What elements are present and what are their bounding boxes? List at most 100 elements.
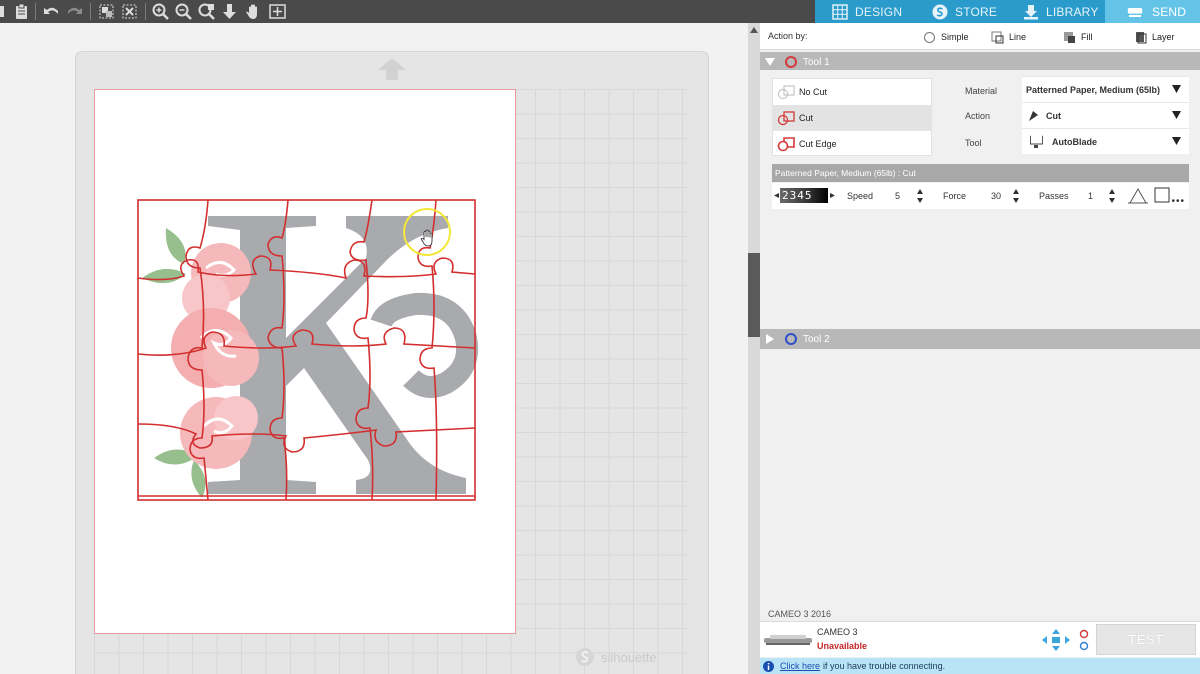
device-name: CAMEO 3 — [817, 627, 858, 637]
action-by-simple[interactable]: Simple — [923, 26, 969, 48]
clipboard-icon[interactable] — [12, 2, 31, 21]
force-stepper-icon[interactable] — [1013, 189, 1019, 203]
tool-indicator-icon[interactable] — [1079, 629, 1089, 651]
undo-icon[interactable] — [42, 2, 61, 21]
help-link[interactable]: Click here — [780, 661, 820, 671]
scrollbar-thumb[interactable] — [748, 253, 760, 337]
redo-icon[interactable] — [65, 2, 84, 21]
right-arrow-icon[interactable] — [830, 193, 835, 198]
action-by-simple-label: Simple — [941, 32, 969, 42]
watermark-text: silhouette — [601, 649, 657, 665]
silhouette-logo-icon — [576, 648, 594, 666]
help-text: if you have trouble connecting. — [823, 661, 946, 671]
device-status: Unavailable — [817, 641, 868, 651]
corner-icon[interactable] — [1154, 187, 1170, 203]
tab-design[interactable]: DESIGN — [815, 0, 913, 23]
tool1-ring-icon — [785, 56, 797, 68]
device-section-label: CAMEO 3 2016 — [768, 609, 832, 619]
zoom-select-icon[interactable] — [197, 2, 216, 21]
group-icon[interactable] — [97, 2, 116, 21]
action-by-fill-label: Fill — [1081, 32, 1093, 42]
info-icon — [763, 660, 774, 672]
material-label: Material — [965, 86, 998, 96]
cut-option-label: Cut Edge — [799, 139, 837, 149]
tool2-ring-icon — [785, 333, 797, 345]
cut-option-cut[interactable]: Cut — [773, 105, 931, 131]
line-segment-overcut-icon[interactable] — [1128, 187, 1148, 205]
feed-direction-arrow-icon — [378, 58, 406, 80]
left-arrow-icon[interactable] — [774, 193, 779, 198]
expand-triangle-icon[interactable] — [764, 333, 776, 345]
action-label: Action — [965, 111, 991, 121]
action-by-line-label: Line — [1009, 32, 1027, 42]
tool2-header[interactable]: Tool 2 — [760, 329, 1200, 349]
tab-library[interactable]: LIBRARY — [1008, 0, 1105, 23]
zoom-out-icon[interactable] — [174, 2, 193, 21]
cameo-machine-icon — [764, 635, 812, 645]
test-button[interactable]: TEST — [1096, 624, 1196, 655]
tool1-settings: No Cut Cut Cut Edge Material Patterned P… — [760, 70, 1200, 330]
ungroup-icon[interactable] — [120, 2, 139, 21]
canvas-scrollbar[interactable] — [748, 23, 760, 674]
action-value: Cut — [1046, 110, 1061, 121]
hand-cursor-icon — [420, 229, 433, 247]
action-by-layer[interactable]: Layer — [1134, 26, 1175, 48]
zoom-in-icon[interactable] — [151, 2, 170, 21]
tool-label: Tool — [965, 138, 982, 148]
material-value: Patterned Paper, Medium (65lb) — [1026, 84, 1161, 95]
tab-library-label: LIBRARY — [1046, 4, 1099, 19]
cut-icon — [777, 111, 795, 126]
cut-option-label: Cut — [799, 113, 814, 123]
more-options-icon[interactable]: ••• — [1171, 196, 1185, 207]
design-canvas[interactable]: silhouette — [0, 23, 748, 674]
move-arrows-icon[interactable] — [1042, 629, 1070, 651]
action-by-label: Action by: — [768, 31, 808, 41]
top-toolbar: DESIGN STORE LIBRARY SEND — [0, 0, 1200, 23]
tab-store[interactable]: STORE — [913, 0, 1008, 23]
help-bar: Click here if you have trouble connectin… — [760, 658, 1200, 674]
no-cut-icon — [778, 85, 795, 99]
blade-depth-display[interactable]: 2345 — [780, 188, 828, 203]
line-mode-icon — [991, 31, 1004, 43]
speed-stepper-icon[interactable] — [917, 189, 923, 203]
cut-option-no-cut[interactable]: No Cut — [773, 79, 931, 105]
tool2-title: Tool 2 — [803, 333, 830, 345]
action-select[interactable]: Cut — [1022, 102, 1189, 128]
fill-mode-icon — [1064, 31, 1075, 43]
dropdown-arrow-icon — [1172, 111, 1181, 119]
settings-summary-bar: Patterned Paper, Medium (65lb) : Cut — [772, 164, 1189, 182]
radio-circle-icon — [924, 31, 935, 43]
pan-hand-icon[interactable] — [244, 2, 263, 21]
action-by-fill[interactable]: Fill — [1063, 26, 1093, 48]
speed-value[interactable]: 5 — [895, 191, 900, 201]
tab-design-label: DESIGN — [855, 4, 903, 19]
cut-settings-row: 2345 Speed 5 Force 30 Passes 1 ••• — [772, 183, 1189, 209]
scroll-up-arrow-icon[interactable] — [750, 27, 758, 33]
tab-send[interactable]: SEND — [1105, 0, 1200, 23]
passes-value[interactable]: 1 — [1088, 191, 1093, 201]
dropdown-arrow-icon — [1172, 85, 1181, 93]
material-select[interactable]: Patterned Paper, Medium (65lb) — [1022, 76, 1189, 102]
grid-icon — [832, 3, 848, 20]
force-label: Force — [943, 191, 967, 201]
collapse-triangle-icon[interactable] — [764, 56, 776, 68]
force-value[interactable]: 30 — [991, 191, 1001, 201]
tool1-header[interactable]: Tool 1 — [760, 52, 1200, 72]
tab-send-label: SEND — [1152, 4, 1187, 19]
download-icon — [1024, 4, 1038, 19]
cut-option-cut-edge[interactable]: Cut Edge — [773, 131, 931, 157]
dropdown-arrow-icon — [1172, 137, 1181, 145]
device-row[interactable]: CAMEO 3 Unavailable TEST — [760, 621, 1200, 657]
move-arrow-icon[interactable] — [220, 2, 239, 21]
silhouette-watermark: silhouette — [575, 645, 685, 669]
fit-page-icon[interactable] — [268, 2, 287, 21]
cutter-icon — [1127, 7, 1143, 17]
action-by-line[interactable]: Line — [991, 26, 1026, 48]
settings-summary: Patterned Paper, Medium (65lb) : Cut — [775, 168, 916, 178]
silhouette-s-icon — [932, 4, 948, 19]
cut-edge-icon — [777, 137, 795, 152]
tool-select[interactable]: AutoBlade — [1022, 128, 1189, 154]
tool-value: AutoBlade — [1052, 136, 1097, 147]
passes-stepper-icon[interactable] — [1109, 189, 1115, 203]
cut-option-list: No Cut Cut Cut Edge — [772, 78, 932, 156]
